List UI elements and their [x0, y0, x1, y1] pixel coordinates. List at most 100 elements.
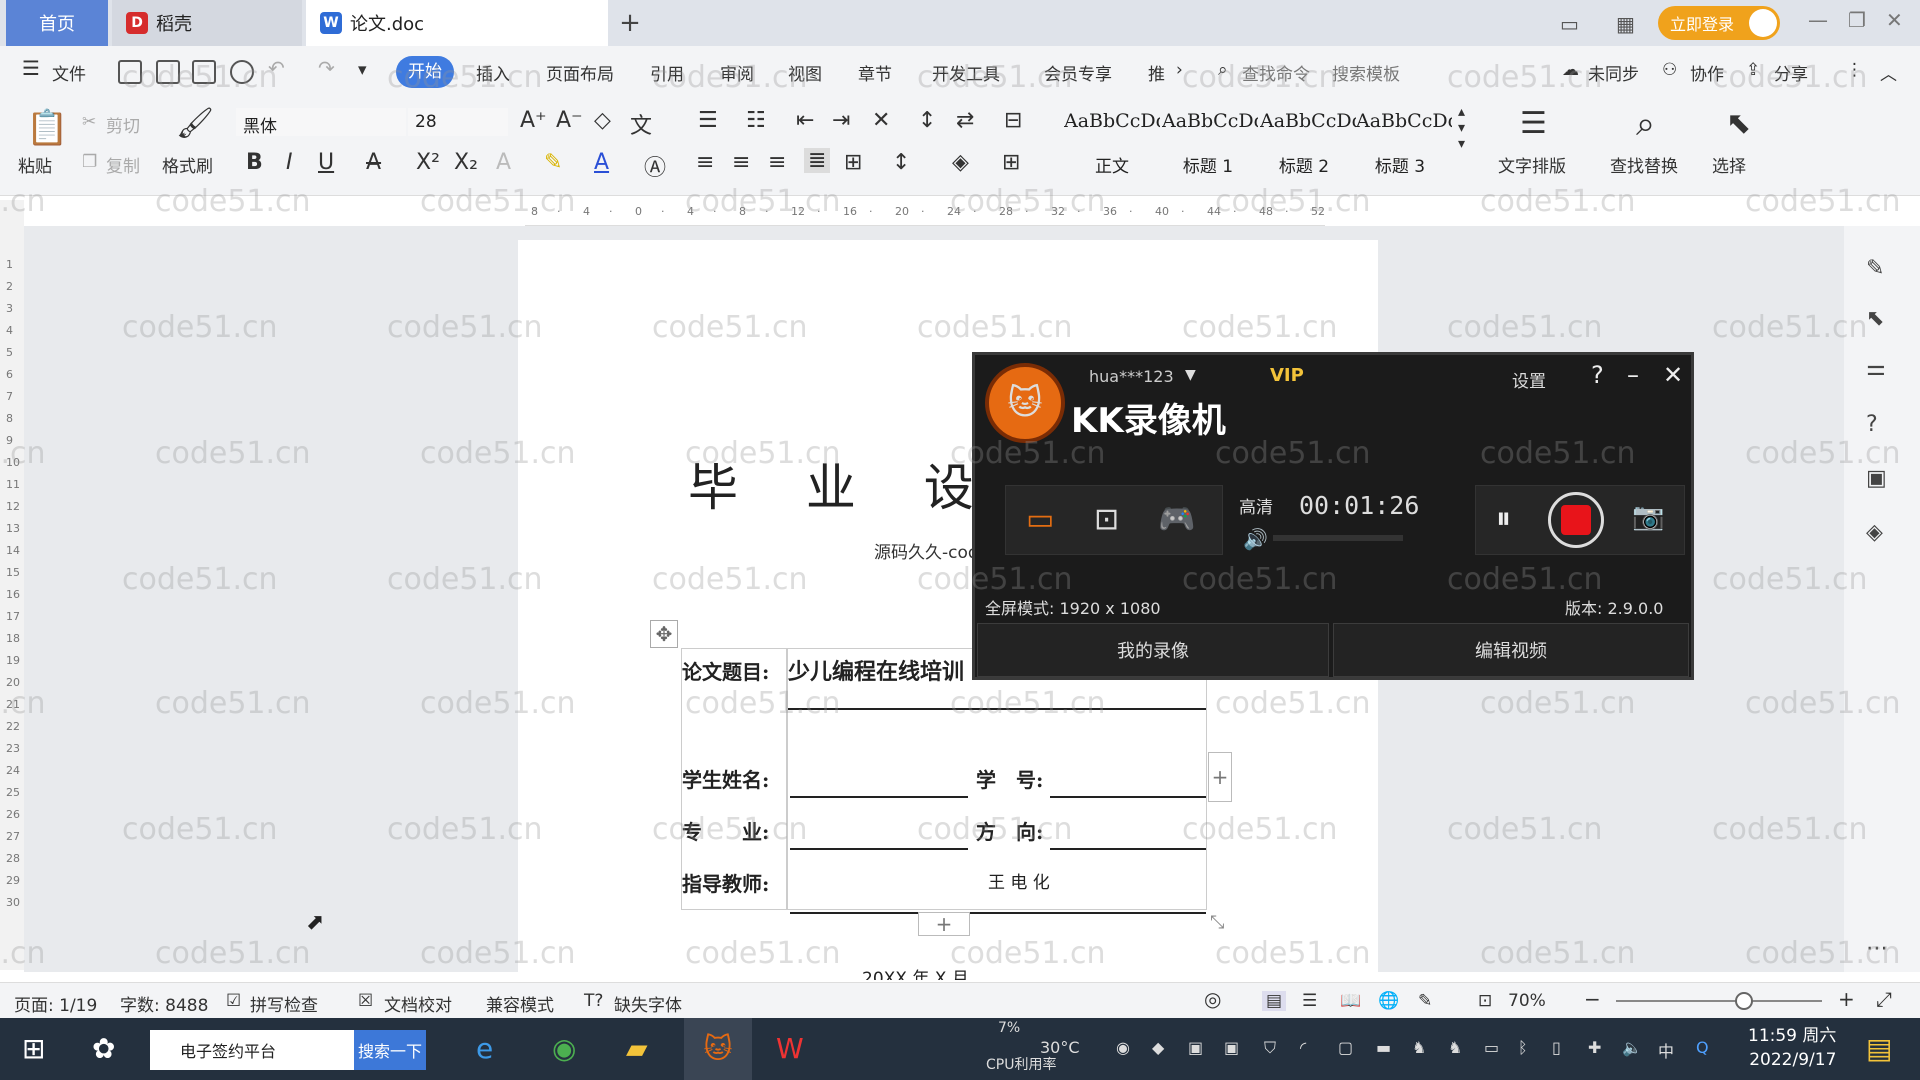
topic-value[interactable]: 少儿编程在线培训 [788, 654, 964, 686]
zoom-out-icon[interactable]: − [1584, 987, 1601, 1011]
wps-taskbar-icon[interactable]: W [776, 1032, 804, 1065]
find-replace-icon[interactable]: ⌕ [1636, 104, 1655, 144]
search-template[interactable]: 搜索模板 [1332, 60, 1400, 85]
volume-icon[interactable]: 🔊 [1243, 527, 1268, 551]
pause-icon[interactable]: ⏸ [1496, 501, 1511, 536]
web-view-icon[interactable]: 🌐 [1378, 991, 1399, 1011]
zoom-slider-knob[interactable] [1734, 992, 1753, 1010]
style-preview-h2[interactable]: AaBbCcDd [1260, 110, 1356, 132]
wifi-icon[interactable]: ◜ [1300, 1038, 1306, 1057]
table-move-handle-icon[interactable]: ✥ [650, 620, 678, 648]
menu-more-icon[interactable]: › [1176, 60, 1183, 80]
login-button[interactable]: 立即登录 [1658, 6, 1780, 40]
style-normal[interactable]: 正文 [1064, 152, 1160, 177]
share-button[interactable]: 分享 [1774, 60, 1808, 85]
export-icon[interactable] [156, 60, 180, 84]
search-command[interactable]: 查找命令 [1242, 60, 1310, 85]
ie-icon[interactable]: e [476, 1032, 493, 1065]
usb-icon[interactable]: ▯ [1552, 1038, 1561, 1057]
direction-field[interactable] [1050, 848, 1206, 850]
paste-button[interactable]: 粘贴 [18, 152, 52, 177]
strikethrough-icon[interactable]: A [366, 150, 381, 175]
outdent-icon[interactable]: ⇤ [796, 108, 814, 133]
compass-icon[interactable]: ◈ [1866, 520, 1883, 545]
missing-font-button[interactable]: 缺失字体 [614, 991, 682, 1016]
font-color-icon[interactable]: A [594, 150, 609, 175]
text-layout-icon[interactable]: ☰ [1520, 106, 1547, 141]
fullscreen-icon[interactable]: ⤢ [1876, 987, 1892, 1011]
game-mode-icon[interactable]: 🎮 [1158, 502, 1195, 537]
gpu-icon[interactable]: ▬ [1376, 1038, 1391, 1057]
italic-icon[interactable]: I [286, 150, 293, 175]
sort-icon[interactable]: ↕ [918, 108, 936, 133]
select-button[interactable]: 选择 [1712, 152, 1746, 177]
qq-icon[interactable]: ♞ [1412, 1038, 1426, 1057]
input-method-icon[interactable]: Q [1696, 1038, 1709, 1057]
edit-video-button[interactable]: 编辑视频 [1333, 623, 1689, 677]
shield-icon[interactable]: ⛉ [1264, 1038, 1276, 1058]
borders-icon[interactable]: ⊞ [1002, 150, 1020, 175]
kk-quality[interactable]: 高清 [1239, 493, 1273, 518]
style-heading-1[interactable]: 标题 1 [1160, 152, 1256, 177]
undo-icon[interactable]: ↶ [268, 56, 285, 80]
clear-format-icon[interactable]: ◇ [594, 108, 611, 133]
zoom-in-icon[interactable]: + [1838, 987, 1855, 1011]
maximize-icon[interactable]: ❐ [1848, 8, 1866, 32]
minimize-icon[interactable]: — [1808, 8, 1828, 32]
tray-app-icon-5[interactable]: ▢ [1338, 1038, 1353, 1057]
help-icon[interactable]: ? [1866, 412, 1878, 437]
kk-help-icon[interactable]: ? [1591, 361, 1604, 389]
bullet-list-icon[interactable]: ☰ [698, 108, 718, 133]
tab-document[interactable]: W 论文.doc [306, 0, 608, 46]
weather-temp[interactable]: 30°C [1040, 1038, 1080, 1057]
highlight-icon[interactable]: ✎ [544, 150, 562, 175]
battery-icon[interactable]: ▭ [1484, 1038, 1499, 1057]
bluetooth-icon[interactable]: ᛒ [1518, 1038, 1528, 1057]
char-border-icon[interactable]: Ⓐ [644, 150, 666, 182]
stop-record-button[interactable] [1548, 492, 1604, 548]
pointer-icon[interactable]: ⬉ [1866, 306, 1884, 331]
tray-app-icon-3[interactable]: ▣ [1188, 1038, 1203, 1057]
page-count[interactable]: 页面: 1/19 [14, 991, 97, 1016]
region-mode-icon[interactable]: ⊡ [1094, 502, 1119, 537]
window-layout-icon[interactable]: ▭ [1560, 12, 1579, 36]
zoom-level[interactable]: 70% [1508, 991, 1546, 1011]
menu-start[interactable]: 开始 [396, 56, 454, 88]
menu-chapter[interactable]: 章节 [858, 60, 892, 85]
sync-status[interactable]: 未同步 [1588, 60, 1639, 85]
bold-icon[interactable]: B [246, 150, 263, 175]
menu-references[interactable]: 引用 [650, 60, 684, 85]
style-preview-h1[interactable]: AaBbCcDd [1162, 110, 1258, 132]
subscript-icon[interactable]: X₂ [454, 150, 478, 175]
menu-developer[interactable]: 开发工具 [932, 60, 1000, 85]
eye-protect-icon[interactable]: ◎ [1204, 987, 1221, 1011]
kk-minimize-icon[interactable]: – [1627, 361, 1639, 389]
pen-icon[interactable]: ✎ [1866, 256, 1884, 281]
user-dropdown-icon[interactable]: ▼ [1185, 367, 1196, 383]
style-preview-normal[interactable]: AaBbCcDd [1064, 110, 1160, 132]
menu-page-layout[interactable]: 页面布局 [546, 60, 614, 85]
sidebar-more-icon[interactable]: ⋯ [1866, 936, 1888, 961]
browser-app-icon[interactable]: ✿ [92, 1032, 115, 1065]
tab-stops-icon[interactable]: ⊟ [1004, 108, 1022, 133]
distributed-icon[interactable]: ⊞ [844, 150, 862, 175]
read-view-icon[interactable]: 📖 [1340, 991, 1361, 1011]
collab-button[interactable]: 协作 [1690, 60, 1724, 85]
tab-docer[interactable]: D 稻壳 [112, 0, 302, 46]
table-resize-icon[interactable]: ⤡ [1210, 912, 1224, 933]
menu-file[interactable]: 文件 [52, 60, 86, 85]
screenshot-camera-icon[interactable]: 📷 [1632, 502, 1664, 532]
collapse-ribbon-icon[interactable]: ︿ [1880, 60, 1897, 85]
volume-slider[interactable] [1273, 535, 1403, 541]
date-line[interactable]: 20XX 年 X 月 [862, 964, 969, 980]
text-layout-button[interactable]: 文字排版 [1498, 152, 1566, 177]
format-painter-button[interactable]: 格式刷 [162, 152, 213, 177]
show-marks-icon[interactable]: ⇄ [956, 108, 974, 133]
zoom-slider[interactable] [1616, 992, 1822, 1010]
justify-icon[interactable]: ≣ [804, 148, 831, 173]
qq-icon-2[interactable]: ♞ [1448, 1038, 1462, 1057]
redo-icon[interactable]: ↷ [318, 56, 335, 80]
select-cursor-icon[interactable]: ⬉ [1726, 106, 1751, 141]
taskbar-search-button[interactable]: 搜索一下 [354, 1030, 426, 1070]
more-options-icon[interactable]: ⋮ [1846, 60, 1863, 80]
